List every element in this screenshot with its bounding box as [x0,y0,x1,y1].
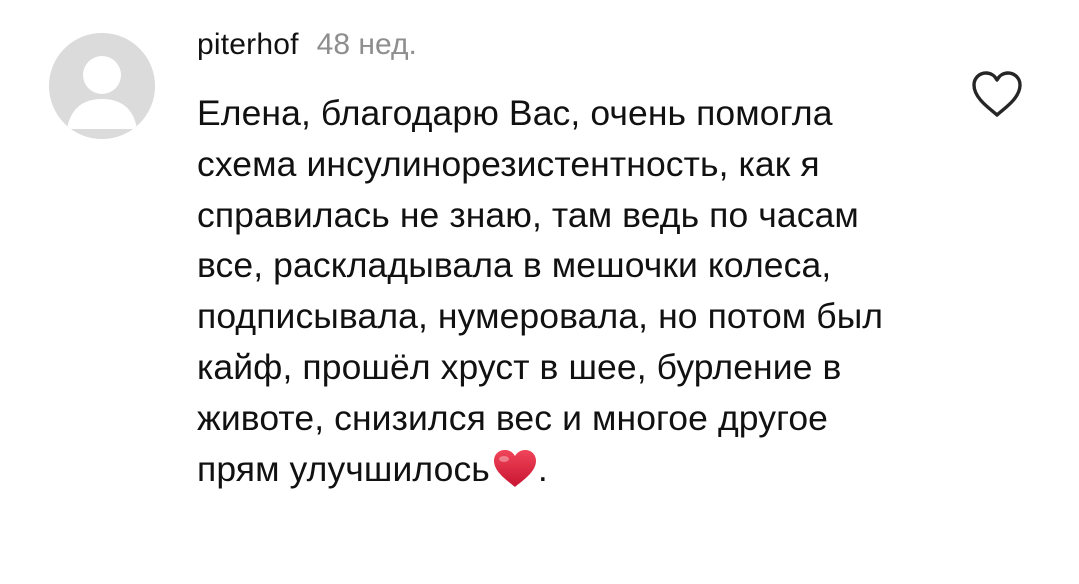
comment-time[interactable]: 48 нед. [317,28,417,62]
comment-header: piterhof 48 нед. [197,28,417,68]
comment-item: piterhof 48 нед. Елена, благодарю Вас, о… [0,0,1079,584]
username-link[interactable]: piterhof [197,28,299,62]
avatar[interactable] [49,33,155,139]
like-button[interactable] [970,70,1024,120]
comment-text-content: Елена, благодарю Вас, очень помогла схем… [197,93,884,489]
heart-outline-icon [972,71,1022,117]
default-avatar-icon [49,33,155,139]
comment-text: Елена, благодарю Вас, очень помогла схем… [197,88,897,494]
red-heart-icon [492,449,538,489]
comment-text-end: . [537,448,548,489]
